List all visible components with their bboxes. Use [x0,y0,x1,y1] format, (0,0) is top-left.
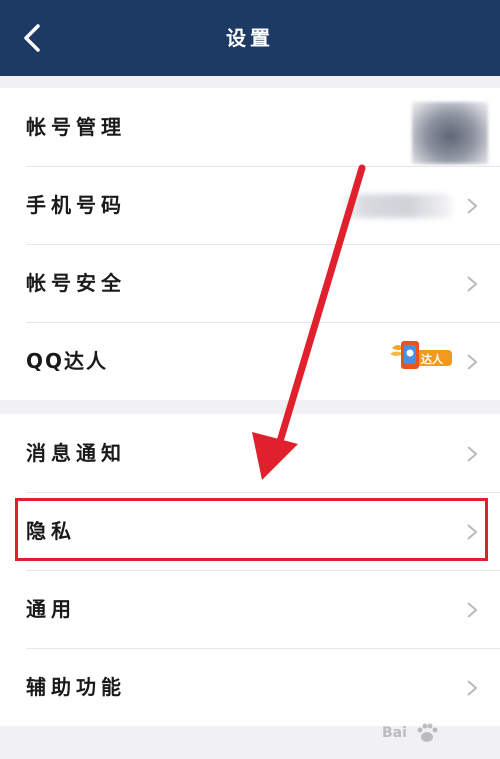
accessibility-label: 辅助功能 [26,675,126,699]
avatar[interactable] [412,102,488,164]
account-security-label: 帐号安全 [26,271,126,295]
general-row[interactable]: 通用 [0,570,500,648]
blurred-phone-value [342,194,452,218]
accessibility-row[interactable]: 辅助功能 [0,648,500,726]
chevron-right-icon [467,446,478,462]
page-title: 设置 [226,26,274,50]
qq-daren-label: QQ达人 [26,349,109,373]
privacy-highlight-box [15,498,488,561]
top-bar: 设置 [0,0,500,76]
message-notify-label: 消息通知 [26,441,126,465]
message-notify-row[interactable]: 消息通知 [0,414,500,492]
general-label: 通用 [26,597,76,621]
watermark-text: Bai [382,725,407,741]
phone-number-label: 手机号码 [26,193,126,217]
chevron-right-icon [467,602,478,618]
chevron-right-icon [467,276,478,292]
account-manage-label: 帐号管理 [26,115,126,139]
chevron-right-icon [467,198,478,214]
account-security-row[interactable]: 帐号安全 [0,244,500,322]
chevron-right-icon [467,354,478,370]
daren-badge-text: 达人 [421,352,444,366]
baidu-watermark: Bai [382,719,478,747]
daren-badge-icon: 达人 [390,341,452,369]
baidu-paw-icon [417,723,438,742]
chevron-right-icon [467,680,478,696]
